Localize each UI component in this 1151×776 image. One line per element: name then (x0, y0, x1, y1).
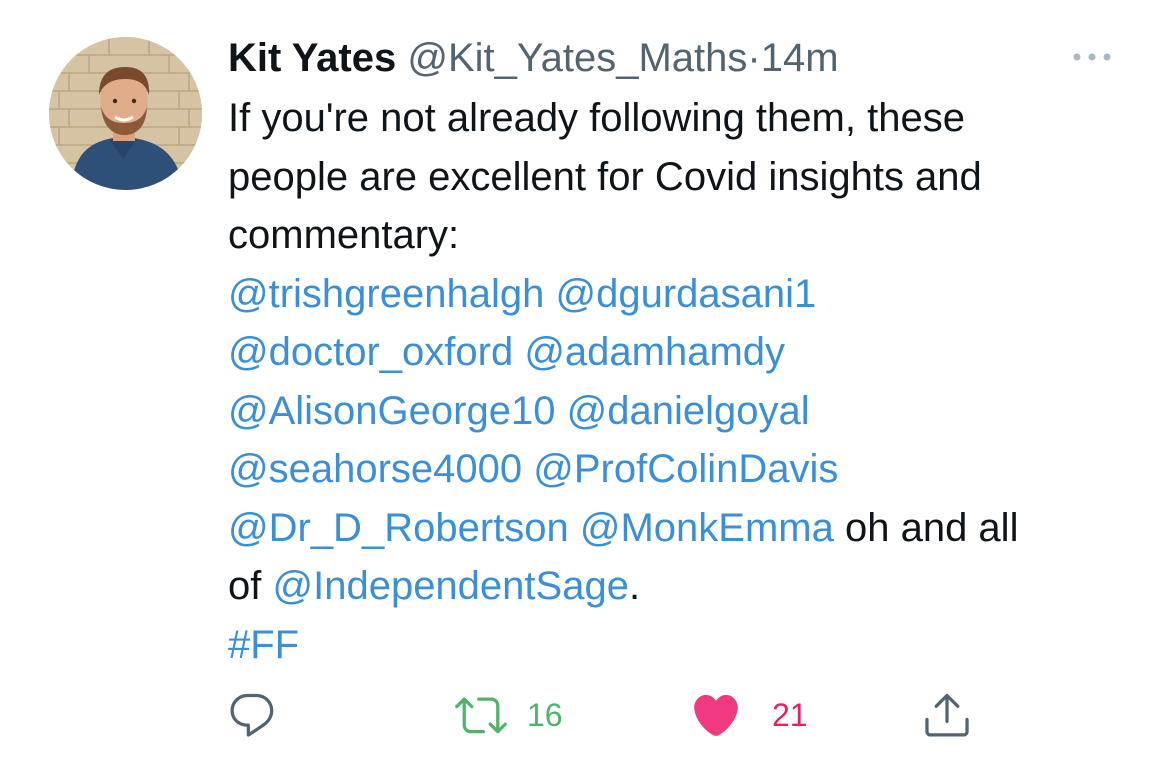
mention-link[interactable]: @Dr_D_Robertson (228, 506, 569, 550)
mention-link[interactable]: @IndependentSage (272, 564, 628, 608)
tweet-header: Kit Yates @Kit_Yates_Maths·14m (228, 30, 839, 86)
tweet-text-line: If you're not already following them, th… (228, 89, 1128, 148)
share-icon (925, 693, 969, 737)
heart-icon (694, 694, 738, 736)
like-count: 21 (772, 697, 808, 733)
tweet-text-line: @AlisonGeorge10 @danielgoyal (228, 382, 1128, 441)
tweet-text-line: of @IndependentSage. (228, 557, 1128, 616)
mention-link[interactable]: @dgurdasani1 (555, 272, 816, 316)
tweet-text-segment: If you're not already following them, th… (228, 96, 965, 140)
tweet-actions: 16 21 (0, 680, 1151, 750)
more-options-button[interactable] (1068, 42, 1118, 72)
mention-link[interactable]: @AlisonGeorge10 (228, 389, 555, 433)
tweet-text-line: @trishgreenhalgh @dgurdasani1 (228, 265, 1128, 324)
avatar[interactable] (49, 37, 202, 190)
author-display-name[interactable]: Kit Yates (228, 36, 396, 80)
separator-dot: · (747, 36, 761, 80)
reply-icon (230, 693, 274, 737)
tweet-text-line: #FF (228, 616, 1128, 675)
retweet-count: 16 (527, 697, 563, 733)
like-button[interactable]: 21 (690, 680, 808, 750)
tweet-text-segment (569, 506, 580, 550)
mention-link[interactable]: @danielgoyal (567, 389, 810, 433)
tweet-text-segment: oh and all (833, 505, 1019, 550)
tweet-text-line: people are excellent for Covid insights … (228, 148, 1128, 207)
retweet-button[interactable]: 16 (455, 680, 563, 750)
share-button[interactable] (921, 680, 993, 750)
tweet-text-segment: commentary: (228, 213, 460, 257)
mention-link[interactable]: @MonkEmma (580, 506, 834, 550)
tweet-text-segment (544, 272, 555, 316)
tweet-text-segment (513, 330, 524, 374)
tweet-text-segment: of (228, 564, 273, 608)
mention-link[interactable]: @ProfColinDavis (533, 447, 838, 491)
tweet-text-segment: . (628, 564, 641, 608)
reply-button[interactable] (226, 680, 298, 750)
avatar-image (49, 37, 202, 190)
tweet-timestamp[interactable]: 14m (761, 36, 839, 80)
mention-link[interactable]: @seahorse4000 (228, 447, 522, 491)
more-dots-icon (1073, 53, 1111, 61)
tweet-text-line: @doctor_oxford @adamhamdy (228, 323, 1128, 382)
retweet-icon (455, 697, 507, 734)
tweet-text-line: commentary: (228, 206, 1128, 265)
author-handle[interactable]: @Kit_Yates_Maths (407, 36, 747, 80)
tweet-text: If you're not already following them, th… (228, 89, 1128, 674)
mention-link[interactable]: @adamhamdy (524, 330, 785, 374)
tweet-text-line: @seahorse4000 @ProfColinDavis (228, 440, 1128, 499)
tweet[interactable]: Kit Yates @Kit_Yates_Maths·14m If you're… (0, 0, 1151, 776)
tweet-text-segment (555, 389, 566, 433)
mention-link[interactable]: @trishgreenhalgh (228, 272, 544, 316)
tweet-text-segment (522, 447, 533, 491)
mention-link[interactable]: @doctor_oxford (228, 330, 513, 374)
hashtag-link[interactable]: #FF (228, 623, 299, 667)
tweet-text-line: @Dr_D_Robertson @MonkEmma oh and all (228, 499, 1128, 558)
tweet-text-segment: people are excellent for Covid insights … (228, 154, 982, 199)
